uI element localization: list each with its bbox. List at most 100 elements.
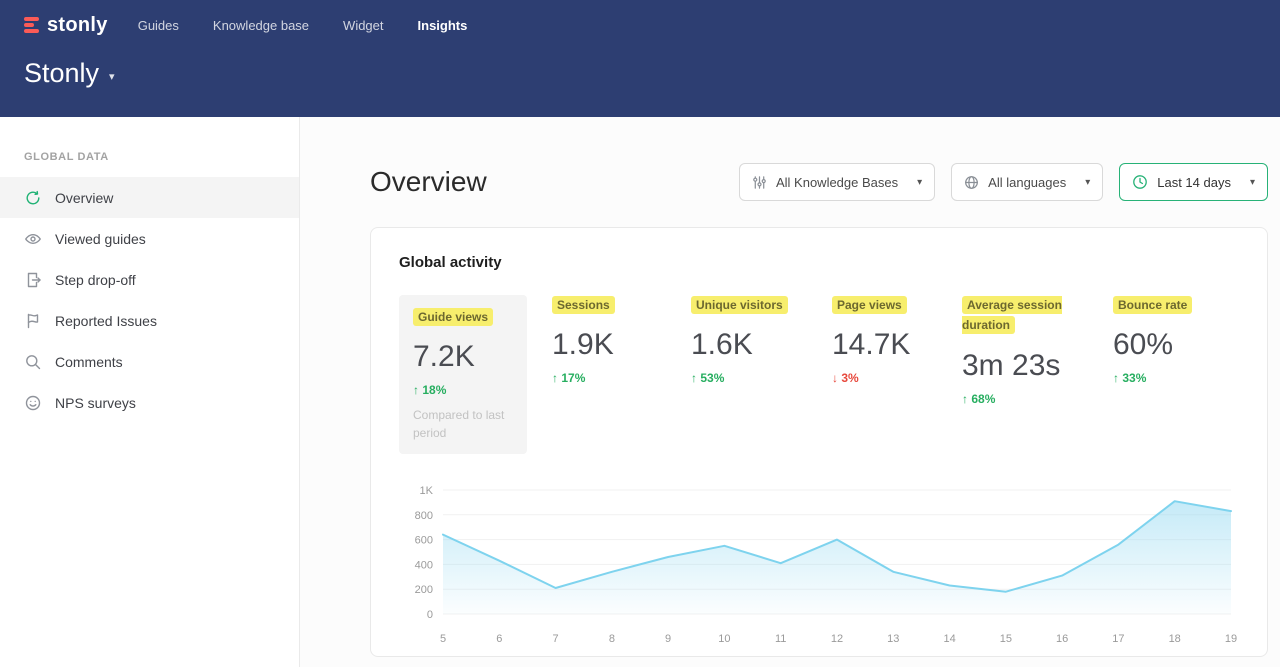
chevron-down-icon: ▾	[1250, 177, 1255, 188]
step-drop-off-icon	[24, 271, 42, 289]
knowledge-bases-value: All Knowledge Bases	[776, 175, 898, 190]
svg-text:200: 200	[415, 584, 433, 596]
metric-label: Guide views	[413, 308, 493, 326]
svg-text:15: 15	[1000, 633, 1012, 645]
card-title: Global activity	[399, 254, 1239, 271]
metric-value: 1.6K	[691, 328, 832, 362]
svg-text:800: 800	[415, 510, 433, 522]
metric-guide-views[interactable]: Guide views 7.2K ↑ 18% Compared to last …	[399, 295, 527, 454]
metric-label: Page views	[832, 296, 907, 314]
svg-text:7: 7	[553, 633, 559, 645]
metric-trend: ↑ 33%	[1113, 371, 1223, 385]
clock-icon	[1132, 174, 1148, 190]
stonly-logo-icon	[24, 17, 39, 32]
stonly-logo[interactable]: stonly	[24, 14, 108, 37]
sidebar-section-label: GLOBAL DATA	[0, 151, 299, 163]
knowledge-bases-dropdown[interactable]: All Knowledge Bases ▾	[739, 163, 935, 201]
overview-refresh-icon	[24, 189, 42, 207]
trend-arrow-icon: ↑	[691, 371, 697, 385]
metric-value: 14.7K	[832, 328, 962, 362]
nav-item-guides[interactable]: Guides	[138, 18, 179, 33]
global-activity-chart-container: 0 200 400 600 800 1K 5 6 7 8 9 10 11 12 13 14 15 16 17 18 19	[399, 478, 1239, 655]
metric-trend: ↓ 3%	[832, 371, 962, 385]
metric-label: Average session duration	[962, 296, 1062, 334]
eye-icon	[24, 230, 42, 248]
smiley-icon	[24, 394, 42, 412]
metric-trend: ↑ 18%	[413, 383, 513, 397]
sidebar-item-label: Viewed guides	[55, 231, 146, 247]
metric-label: Unique visitors	[691, 296, 788, 314]
sidebar-item-step-drop-off[interactable]: Step drop-off	[0, 259, 299, 300]
sidebar-item-label: Overview	[55, 190, 113, 206]
top-header: stonly Guides Knowledge base Widget Insi…	[0, 0, 1280, 117]
metrics-row: Guide views 7.2K ↑ 18% Compared to last …	[399, 295, 1239, 454]
sidebar-item-label: Comments	[55, 354, 123, 370]
languages-value: All languages	[988, 175, 1066, 190]
metric-note: Compared to last period	[413, 407, 513, 442]
nav-item-knowledge-base[interactable]: Knowledge base	[213, 18, 309, 33]
trend-arrow-icon: ↑	[413, 383, 419, 397]
sidebar-item-label: Step drop-off	[55, 272, 136, 288]
languages-dropdown[interactable]: All languages ▾	[951, 163, 1103, 201]
sidebar-item-viewed-guides[interactable]: Viewed guides	[0, 218, 299, 259]
svg-text:17: 17	[1112, 633, 1124, 645]
comments-icon	[24, 353, 42, 371]
date-range-dropdown[interactable]: Last 14 days ▾	[1119, 163, 1268, 201]
metric-bounce-rate[interactable]: Bounce rate 60% ↑ 33%	[1113, 295, 1223, 385]
global-activity-card: Global activity Guide views 7.2K ↑ 18% C…	[370, 227, 1268, 657]
svg-text:400: 400	[415, 560, 433, 572]
stonly-logo-text: stonly	[47, 14, 108, 37]
trend-arrow-icon: ↑	[962, 392, 968, 406]
sidebar-item-comments[interactable]: Comments	[0, 341, 299, 382]
svg-text:600: 600	[415, 535, 433, 547]
flag-icon	[24, 312, 42, 330]
svg-text:11: 11	[775, 633, 786, 645]
globe-icon	[964, 175, 979, 190]
metric-trend: ↑ 53%	[691, 371, 832, 385]
sliders-icon	[752, 175, 767, 190]
metric-label: Bounce rate	[1113, 296, 1192, 314]
workspace-title: Stonly	[24, 58, 99, 89]
nav-item-widget[interactable]: Widget	[343, 18, 383, 33]
svg-text:14: 14	[943, 633, 955, 645]
metric-label: Sessions	[552, 296, 615, 314]
page-title: Overview	[370, 166, 487, 198]
sidebar-item-label: Reported Issues	[55, 313, 157, 329]
svg-text:8: 8	[609, 633, 615, 645]
metric-sessions[interactable]: Sessions 1.9K ↑ 17%	[552, 295, 691, 385]
metric-value: 3m 23s	[962, 349, 1113, 383]
svg-text:6: 6	[496, 633, 502, 645]
trend-arrow-icon: ↓	[832, 371, 838, 385]
sidebar-item-nps-surveys[interactable]: NPS surveys	[0, 382, 299, 423]
svg-text:0: 0	[427, 609, 433, 621]
sidebar-item-reported-issues[interactable]: Reported Issues	[0, 300, 299, 341]
sidebar-item-overview[interactable]: Overview	[0, 177, 299, 218]
metric-page-views[interactable]: Page views 14.7K ↓ 3%	[832, 295, 962, 385]
svg-text:9: 9	[665, 633, 671, 645]
svg-text:5: 5	[440, 633, 446, 645]
metric-value: 7.2K	[413, 340, 513, 374]
sidebar: GLOBAL DATA Overview Viewed guides Step …	[0, 117, 300, 667]
metric-trend: ↑ 17%	[552, 371, 691, 385]
metric-trend: ↑ 68%	[962, 392, 1113, 406]
metric-value: 60%	[1113, 328, 1223, 362]
svg-text:16: 16	[1056, 633, 1068, 645]
svg-text:18: 18	[1169, 633, 1181, 645]
date-range-value: Last 14 days	[1157, 175, 1231, 190]
svg-text:13: 13	[887, 633, 899, 645]
trend-arrow-icon: ↑	[552, 371, 558, 385]
global-activity-chart: 0 200 400 600 800 1K 5 6 7 8 9 10 11 12 13 14 15 16 17 18 19	[399, 478, 1239, 650]
primary-nav: Guides Knowledge base Widget Insights	[138, 18, 468, 33]
svg-text:12: 12	[831, 633, 843, 645]
main-content: Overview All Knowledge Bases ▾ All langu…	[300, 117, 1280, 667]
svg-text:1K: 1K	[420, 485, 434, 497]
filters-bar: All Knowledge Bases ▾ All languages ▾ La…	[739, 163, 1268, 201]
metric-average-session-duration[interactable]: Average session duration 3m 23s ↑ 68%	[962, 295, 1113, 406]
svg-text:10: 10	[718, 633, 730, 645]
svg-text:19: 19	[1225, 633, 1237, 645]
metric-unique-visitors[interactable]: Unique visitors 1.6K ↑ 53%	[691, 295, 832, 385]
workspace-caret-icon[interactable]: ▾	[109, 70, 115, 83]
chevron-down-icon: ▾	[917, 177, 922, 188]
nav-item-insights[interactable]: Insights	[418, 18, 468, 33]
chevron-down-icon: ▾	[1085, 177, 1090, 188]
